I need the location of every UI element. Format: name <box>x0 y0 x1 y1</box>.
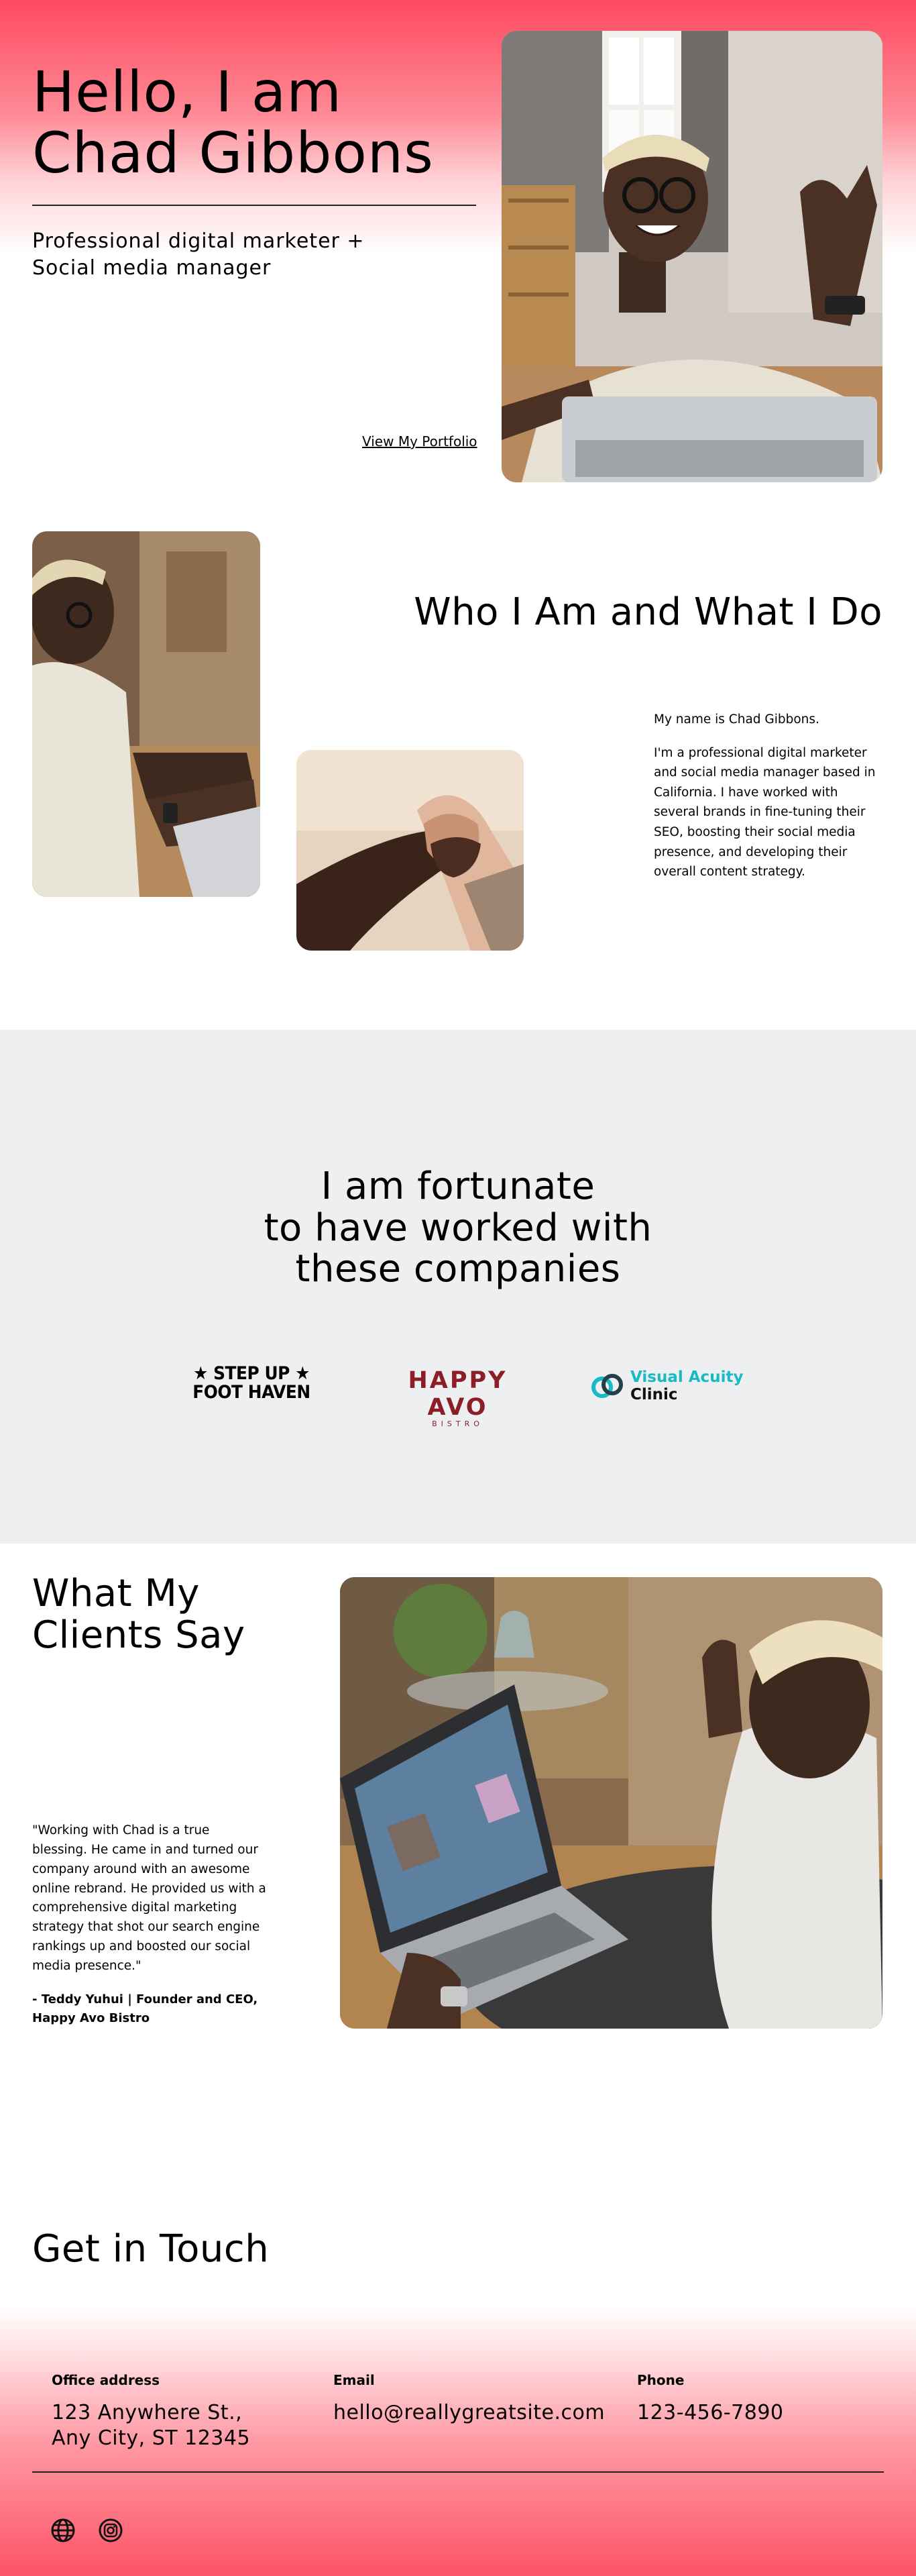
eye-logo-icon <box>591 1374 623 1398</box>
office-label: Office address <box>52 2372 160 2388</box>
globe-icon[interactable] <box>50 2517 76 2544</box>
footer-divider <box>32 2471 884 2473</box>
contact-email: Email hello@reallygreatsite.com <box>333 2372 615 2426</box>
office-address-line1: 123 Anywhere St., <box>52 2401 243 2424</box>
logo-visual-acuity-clinic: Visual Acuity Clinic <box>590 1368 744 1409</box>
testimonial-title: What My Clients Say <box>32 1573 314 1656</box>
contact-title: Get in Touch <box>32 2227 270 2271</box>
hero-subtitle: Professional digital marketer + Social m… <box>32 228 448 282</box>
hero-photo <box>502 31 882 482</box>
testimonial-title-line2: Clients Say <box>32 1613 245 1657</box>
hero-subtitle-line1: Professional digital marketer + <box>32 229 365 253</box>
instagram-icon[interactable] <box>97 2517 124 2544</box>
hero-subtitle-line2: Social media manager <box>32 256 272 280</box>
logo-visual-acuity-line1: Visual Acuity <box>630 1368 744 1386</box>
companies-title-line3: these companies <box>295 1247 621 1291</box>
logo-step-up-foot-haven: ★ STEP UP ★ FOOT HAVEN <box>186 1364 316 1403</box>
logo-step-up-line1: ★ STEP UP ★ <box>193 1363 310 1384</box>
about-paragraph-2: I'm a professional digital marketer and … <box>654 745 876 879</box>
companies-title-line2: to have worked with <box>264 1205 652 1250</box>
about-photo-working <box>32 531 260 897</box>
logo-visual-acuity-line2: Clinic <box>630 1386 678 1403</box>
logo-happy-avo-bistro: HAPPY AVO BISTRO <box>376 1367 540 1428</box>
hero-title-line2: Chad Gibbons <box>32 119 434 186</box>
logo-happy-avo-line1: HAPPY AVO <box>408 1367 508 1421</box>
about-text: My name is Chad Gibbons. I'm a professio… <box>654 710 885 896</box>
companies-title: I am fortunate to have worked with these… <box>190 1166 726 1290</box>
hero-title-line1: Hello, I am <box>32 59 343 125</box>
contact-phone: Phone 123-456-7890 <box>637 2372 865 2426</box>
testimonial-photo-video-call <box>340 1577 882 2029</box>
email-value[interactable]: hello@reallygreatsite.com <box>333 2400 615 2426</box>
logo-step-up-line2: FOOT HAVEN <box>192 1382 310 1403</box>
office-address-line2: Any City, ST 12345 <box>52 2426 251 2450</box>
logo-happy-avo-line2: BISTRO <box>432 1419 483 1428</box>
contact-office: Office address 123 Anywhere St., Any Cit… <box>52 2372 293 2451</box>
hero-divider <box>32 205 476 206</box>
companies-title-line1: I am fortunate <box>321 1165 595 1208</box>
hero-title: Hello, I am Chad Gibbons <box>32 62 488 183</box>
office-address: 123 Anywhere St., Any City, ST 12345 <box>52 2400 293 2451</box>
phone-value[interactable]: 123-456-7890 <box>637 2400 865 2426</box>
phone-label: Phone <box>637 2372 685 2388</box>
about-photo-handshake <box>296 750 524 951</box>
testimonial-author: - Teddy Yuhui | Founder and CEO, Happy A… <box>32 1992 258 2025</box>
email-label: Email <box>333 2372 375 2388</box>
testimonial-quote: "Working with Chad is a true blessing. H… <box>32 1823 266 1974</box>
view-portfolio-link[interactable]: View My Portfolio <box>362 433 477 449</box>
testimonial-title-line1: What My <box>32 1572 200 1615</box>
about-title: Who I Am and What I Do <box>414 590 882 634</box>
about-paragraph-1: My name is Chad Gibbons. <box>654 712 819 727</box>
